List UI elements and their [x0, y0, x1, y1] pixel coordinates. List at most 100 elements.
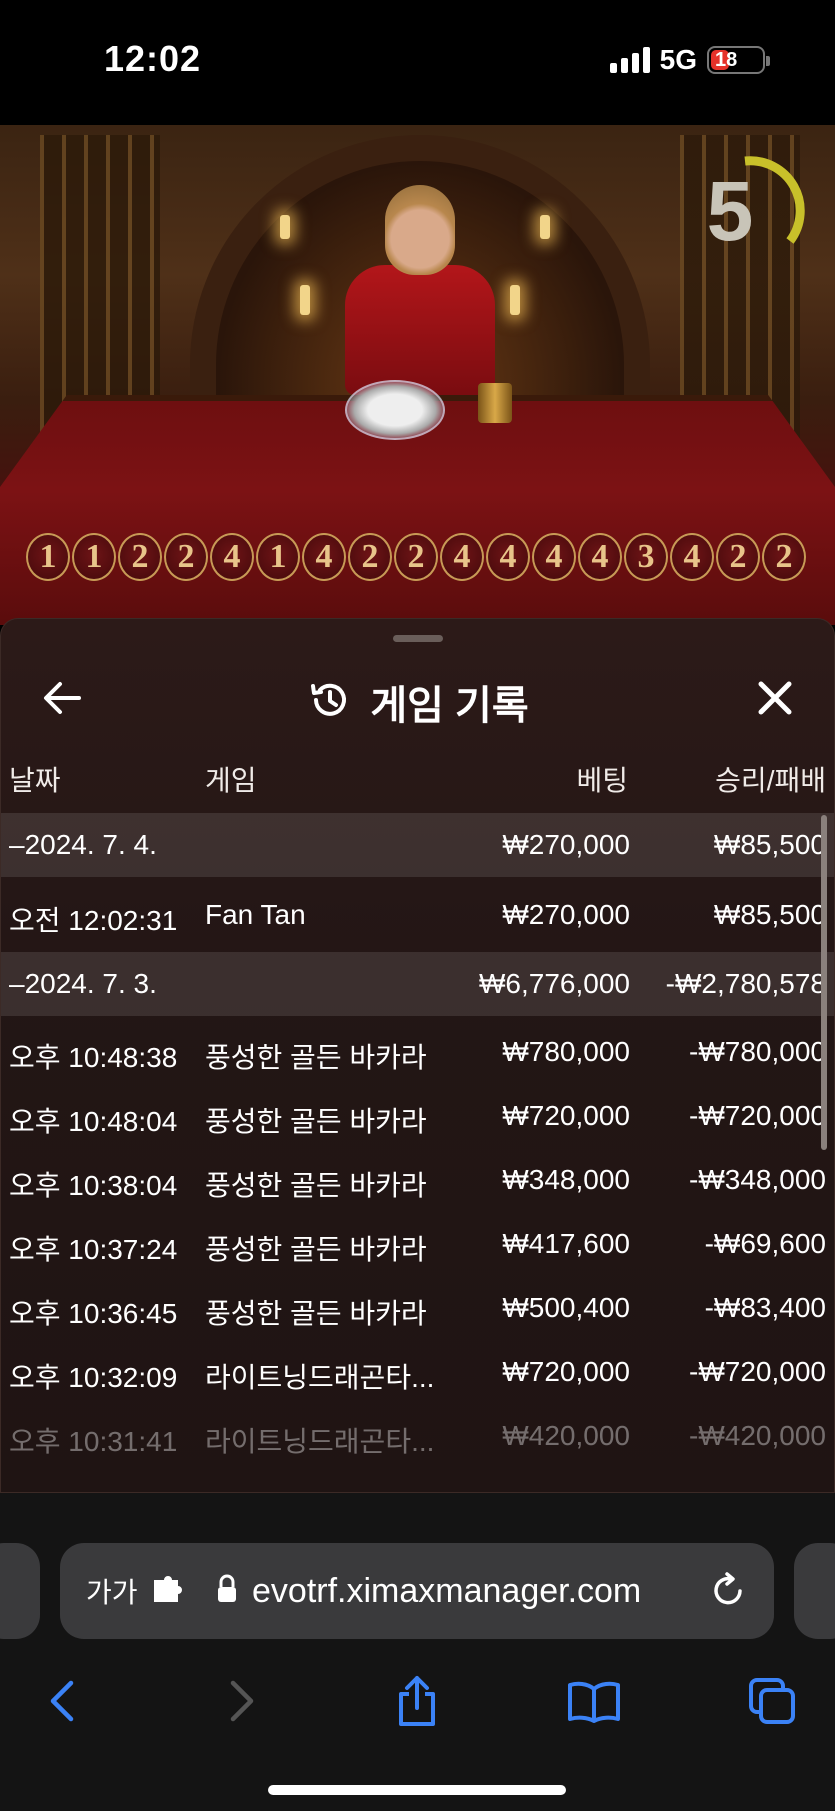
row-result: -₩83,400: [704, 1292, 826, 1323]
row-date: –2024. 7. 3.: [9, 968, 157, 999]
extension-icon[interactable]: [152, 1574, 188, 1609]
drag-handle[interactable]: [393, 635, 443, 642]
result-coin: 2: [716, 533, 760, 581]
column-header-date: 날짜: [9, 765, 61, 796]
result-coin: 2: [762, 533, 806, 581]
row-date: 오후 10:48:04: [9, 1106, 178, 1137]
row-game: 풍성한 골든 바카라: [205, 1298, 427, 1329]
browser-toolbar: 가가 evotrf.ximaxmanager.com: [0, 1493, 835, 1811]
share-icon[interactable]: [387, 1671, 447, 1731]
reload-icon[interactable]: [712, 1571, 746, 1612]
row-game: 풍성한 골든 바카라: [205, 1106, 427, 1137]
table-row[interactable]: 오후 10:36:45 풍성한 골든 바카라 ₩500,400 -₩83,400: [1, 1276, 834, 1340]
date-group-row[interactable]: –2024. 7. 4. ₩270,000 ₩85,500: [1, 813, 834, 877]
back-icon[interactable]: [32, 1671, 92, 1731]
table-row[interactable]: 오후 10:37:24 풍성한 골든 바카라 ₩417,600 -₩69,600: [1, 1212, 834, 1276]
result-coin: 4: [578, 533, 622, 581]
table-row[interactable]: 오후 10:38:04 풍성한 골든 바카라 ₩348,000 -₩348,00…: [1, 1148, 834, 1212]
row-result: -₩780,000: [689, 1036, 826, 1067]
result-coin: 4: [210, 533, 254, 581]
lock-icon: [216, 1574, 238, 1609]
column-header-bet: 베팅: [576, 765, 628, 796]
row-result: -₩720,000: [689, 1356, 826, 1387]
row-result: -₩420,000: [689, 1420, 826, 1451]
row-game: 풍성한 골든 바카라: [205, 1042, 427, 1073]
result-history: 11224142244443422: [26, 533, 806, 587]
cellular-signal-icon: [609, 47, 650, 73]
column-header-game: 게임: [205, 765, 257, 796]
scrollbar[interactable]: [821, 815, 827, 1150]
countdown-timer: 5: [700, 155, 810, 265]
result-coin: 2: [164, 533, 208, 581]
home-indicator[interactable]: [268, 1785, 566, 1795]
row-result: -₩720,000: [689, 1100, 826, 1131]
tabs-icon[interactable]: [742, 1671, 802, 1731]
history-icon: [308, 678, 352, 727]
result-coin: 4: [486, 533, 530, 581]
text-size-button[interactable]: 가가: [86, 1571, 138, 1611]
result-coin: 1: [72, 533, 116, 581]
candle: [510, 285, 520, 315]
forward-icon[interactable]: [212, 1671, 272, 1731]
history-table: –2024. 7. 4. ₩270,000 ₩85,500 오전 12:02:3…: [1, 813, 834, 1468]
row-date: 오후 10:48:38: [9, 1042, 178, 1073]
result-coin: 4: [670, 533, 714, 581]
status-time: 12:02: [104, 38, 202, 79]
result-coin: 2: [394, 533, 438, 581]
candle: [300, 285, 310, 315]
result-coin: 2: [348, 533, 392, 581]
row-date: 오후 10:31:41: [9, 1426, 178, 1457]
row-date: 오후 10:36:45: [9, 1298, 178, 1329]
candle: [540, 215, 550, 239]
result-coin: 4: [440, 533, 484, 581]
table-row[interactable]: 오후 10:48:38 풍성한 골든 바카라 ₩780,000 -₩780,00…: [1, 1020, 834, 1084]
row-bet: ₩420,000: [502, 1420, 630, 1451]
url-text[interactable]: evotrf.ximaxmanager.com: [252, 1572, 641, 1611]
dealer: [345, 265, 495, 395]
dealer-head: [385, 185, 455, 275]
panel-title-group: 게임 기록: [1, 673, 834, 731]
brass-cup: [478, 383, 512, 423]
row-result: -₩69,600: [704, 1228, 826, 1259]
result-coin: 4: [532, 533, 576, 581]
bead-bowl: [345, 380, 445, 440]
row-bet: ₩348,000: [502, 1164, 630, 1195]
row-result: ₩85,500: [713, 899, 826, 930]
status-bar: 12:02 5G 18: [0, 0, 835, 125]
result-coin: 1: [256, 533, 300, 581]
panel-title: 게임 기록: [370, 684, 529, 728]
table-row[interactable]: 오후 10:31:41 라이트닝드래곤타... ₩420,000 -₩420,0…: [1, 1404, 834, 1468]
result-coin: 4: [302, 533, 346, 581]
row-game: 라이트닝드래곤타...: [205, 1426, 435, 1457]
next-tab-pill[interactable]: [794, 1543, 835, 1639]
row-bet: ₩780,000: [502, 1036, 630, 1067]
battery-level: 18: [715, 48, 738, 71]
network-type: 5G: [659, 44, 697, 75]
column-header-result: 승리/패배: [715, 765, 826, 796]
browser-nav: [0, 1671, 835, 1751]
row-date: 오후 10:37:24: [9, 1234, 178, 1265]
table-header: 날짜 게임 베팅 승리/패배: [1, 751, 834, 801]
result-coin: 3: [624, 533, 668, 581]
table-row[interactable]: 오후 10:32:09 라이트닝드래곤타... ₩720,000 -₩720,0…: [1, 1340, 834, 1404]
date-group-row[interactable]: –2024. 7. 3. ₩6,776,000 -₩2,780,578: [1, 952, 834, 1016]
row-date: 오전 12:02:31: [9, 905, 178, 936]
row-game: 풍성한 골든 바카라: [205, 1234, 427, 1265]
row-bet: ₩720,000: [502, 1356, 630, 1387]
row-game: 풍성한 골든 바카라: [205, 1170, 427, 1201]
result-coin: 2: [118, 533, 162, 581]
table-row[interactable]: 오전 12:02:31 Fan Tan ₩270,000 ₩85,500: [1, 877, 834, 952]
previous-tab-pill[interactable]: [0, 1543, 40, 1639]
close-icon[interactable]: [752, 675, 798, 721]
row-game: Fan Tan: [205, 899, 306, 930]
row-bet: ₩500,400: [502, 1292, 630, 1323]
row-bet: ₩720,000: [502, 1100, 630, 1131]
row-bet: ₩6,776,000: [479, 968, 630, 999]
table-row[interactable]: 오후 10:48:04 풍성한 골든 바카라 ₩720,000 -₩720,00…: [1, 1084, 834, 1148]
game-video: 5 11224142244443422: [0, 125, 835, 625]
row-bet: ₩417,600: [502, 1228, 630, 1259]
address-bar[interactable]: 가가 evotrf.ximaxmanager.com: [60, 1543, 774, 1639]
row-game: 라이트닝드래곤타...: [205, 1362, 435, 1393]
countdown-value: 5: [706, 164, 754, 258]
bookmarks-icon[interactable]: [564, 1671, 624, 1731]
